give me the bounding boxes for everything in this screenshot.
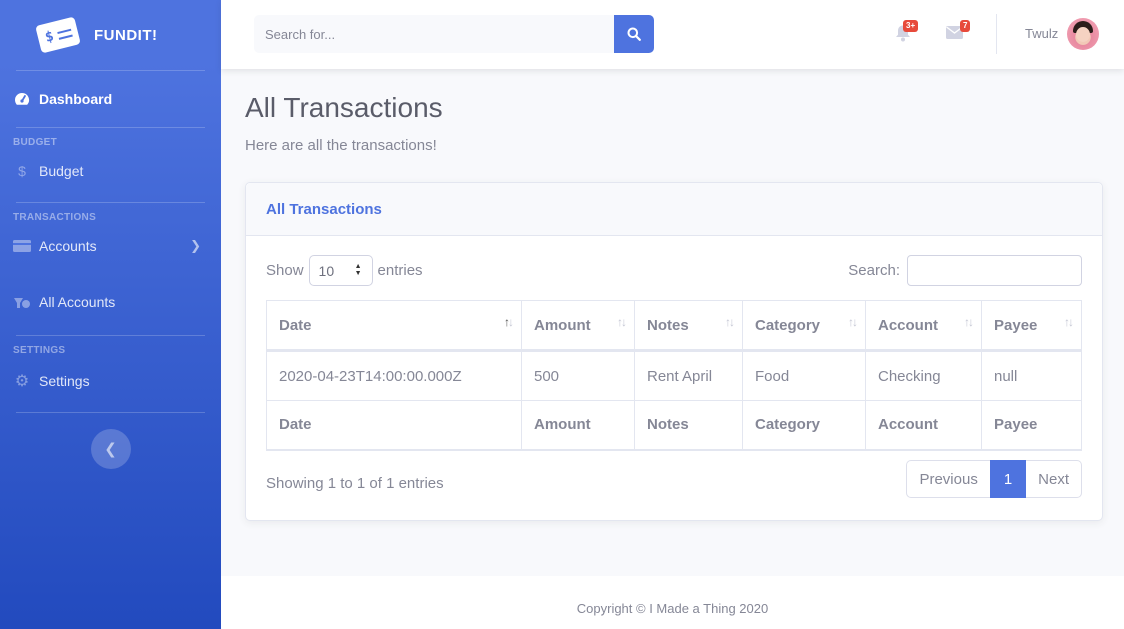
sidebar-toggle-button[interactable]: ❮	[90, 429, 131, 469]
sort-icon: ↑↓	[848, 315, 858, 329]
sidebar-item-budget[interactable]: $ Budget	[0, 148, 221, 194]
sidebar-item-label: Budget	[39, 163, 84, 179]
page-subtitle: Here are all the transactions!	[245, 137, 437, 154]
sidebar-heading-settings: SETTINGS	[13, 345, 66, 356]
user-name[interactable]: Twulz	[1025, 26, 1058, 41]
entries-select-value: 10	[318, 262, 335, 279]
alerts-dropdown[interactable]: 3+	[895, 20, 919, 47]
page-1-button[interactable]: 1	[989, 460, 1027, 498]
topbar: 3+ 7 Twulz	[221, 0, 1124, 69]
sort-icon: ↑↓	[725, 315, 735, 329]
search-icon	[627, 27, 641, 41]
sidebar-item-label: Settings	[39, 373, 90, 389]
column-header-notes[interactable]: Notes ↑↓	[634, 300, 743, 352]
sidebar: $ FUNDIT! Dashboard BUDGET $ Budget TRAN…	[0, 0, 221, 629]
table-search-label: Search:	[848, 262, 900, 279]
topbar-divider	[996, 14, 997, 54]
sort-icon: ↑↓	[1064, 315, 1074, 329]
transactions-card: All Transactions Show 10 ▲ ▼ entries Sear…	[245, 182, 1103, 521]
check-logo-icon: $	[35, 16, 81, 54]
entries-select[interactable]: 10 ▲ ▼	[308, 255, 373, 286]
column-header-account[interactable]: Account ↑↓	[865, 300, 982, 352]
card-header: All Transactions	[246, 183, 1102, 236]
sidebar-item-all-accounts[interactable]: All Accounts	[0, 269, 221, 335]
entries-length-control: Show 10 ▲ ▼ entries	[266, 255, 423, 286]
table-header-row: Date ↑↓ Amount ↑↓ Notes ↑↓ Category ↑↓ Accou…	[266, 300, 1082, 352]
brand-link[interactable]: $ FUNDIT!	[0, 0, 221, 70]
sidebar-item-settings[interactable]: ⚙ Settings	[0, 356, 221, 406]
entries-label: entries	[377, 262, 423, 279]
sidebar-item-label: All Accounts	[39, 294, 116, 310]
column-header-payee[interactable]: Payee ↑↓	[981, 300, 1082, 352]
sort-icon: ↑↓	[964, 315, 974, 329]
footer-amount: Amount	[521, 400, 635, 451]
footer-date: Date	[266, 400, 522, 451]
next-page-button[interactable]: Next	[1026, 460, 1082, 498]
credit-card-icon	[13, 240, 31, 252]
cell-category: Food	[742, 350, 866, 401]
footer-account: Account	[865, 400, 982, 451]
cell-date: 2020-04-23T14:00:00.000Z	[266, 350, 522, 401]
sidebar-item-label: Dashboard	[39, 91, 113, 107]
brand-name: FUNDIT!	[94, 26, 158, 44]
column-header-category[interactable]: Category ↑↓	[742, 300, 866, 352]
pagination: Previous 1 Next	[906, 460, 1082, 498]
search-input[interactable]	[254, 15, 614, 53]
sidebar-heading-transactions: TRANSACTIONS	[13, 212, 97, 223]
column-header-date[interactable]: Date ↑↓	[266, 300, 522, 352]
table-row: 2020-04-23T14:00:00.000Z 500 Rent April …	[266, 350, 1082, 401]
cell-amount: 500	[521, 350, 635, 401]
table-info: Showing 1 to 1 of 1 entries	[266, 475, 444, 492]
column-header-amount[interactable]: Amount ↑↓	[521, 300, 635, 352]
footer-notes: Notes	[634, 400, 743, 451]
table-footer-row: Date Amount Notes Category Account Payee	[266, 400, 1082, 451]
dollar-icon: $	[18, 163, 26, 179]
cell-notes: Rent April	[634, 350, 743, 401]
chevron-right-icon: ❯	[190, 238, 201, 253]
sort-arrows-icon: ▲ ▼	[354, 263, 362, 277]
tachometer-icon	[13, 92, 31, 106]
table-search-control: Search:	[848, 255, 1082, 286]
messages-dropdown[interactable]: 7	[946, 20, 971, 44]
footer: Copyright © I Made a Thing 2020	[221, 576, 1124, 629]
copyright-text: Copyright © I Made a Thing 2020	[576, 601, 769, 616]
messages-badge: 7	[960, 20, 971, 32]
topbar-search	[254, 15, 654, 53]
search-button[interactable]	[614, 15, 654, 53]
sidebar-item-accounts[interactable]: Accounts ❯	[0, 223, 221, 269]
sidebar-heading-budget: BUDGET	[13, 137, 58, 148]
sort-icon: ↑↓	[504, 315, 514, 329]
alerts-badge: 3+	[903, 20, 919, 32]
avatar[interactable]	[1067, 18, 1099, 50]
footer-payee: Payee	[981, 400, 1082, 451]
footer-category: Category	[742, 400, 866, 451]
transactions-table: Date ↑↓ Amount ↑↓ Notes ↑↓ Category ↑↓ Accou…	[266, 300, 1082, 451]
sort-icon: ↑↓	[617, 315, 627, 329]
gear-icon: ⚙	[14, 373, 30, 390]
piggy-icon	[13, 295, 31, 309]
cell-payee: null	[981, 350, 1082, 401]
chevron-left-icon: ❮	[104, 441, 117, 458]
show-label: Show	[266, 262, 304, 279]
cell-account: Checking	[865, 350, 982, 401]
sidebar-item-label: Accounts	[39, 238, 97, 254]
table-search-input[interactable]	[907, 255, 1082, 286]
page-title: All Transactions	[245, 92, 443, 123]
sidebar-item-dashboard[interactable]: Dashboard	[0, 71, 221, 127]
previous-page-button[interactable]: Previous	[906, 460, 990, 498]
